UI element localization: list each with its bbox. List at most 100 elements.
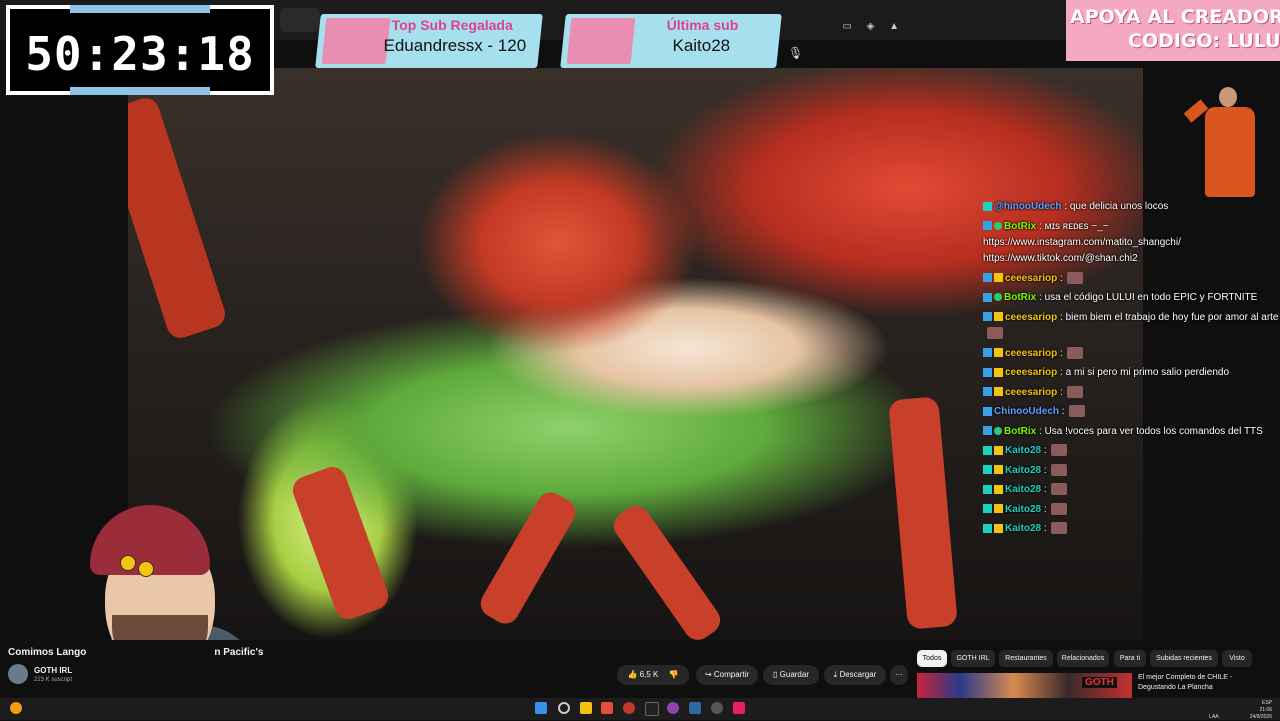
chat-text: : xyxy=(1060,347,1063,359)
chat-username[interactable]: ceeesariop xyxy=(1005,367,1057,378)
gold-badge-icon xyxy=(994,312,1003,322)
tv-badge-icon xyxy=(983,484,992,494)
chat-message: BotRix : usa el código LULUI en todo EPI… xyxy=(983,288,1280,308)
blue-badge-icon xyxy=(983,426,992,436)
player-shirt xyxy=(1205,107,1255,197)
blue-badge-icon xyxy=(983,273,992,283)
share-button[interactable]: ↪ Compartir xyxy=(696,665,758,685)
lobster-leg xyxy=(475,487,581,629)
chat-message: ceeesariop : xyxy=(983,269,1280,289)
chat-username[interactable]: ceeesariop xyxy=(1005,273,1057,284)
chat-text: : xyxy=(1060,272,1063,284)
thumbs-down-icon[interactable]: 👎 xyxy=(669,670,679,679)
chat-text: : biem biem el trabajo de hoy fue por am… xyxy=(1060,311,1279,323)
filter-chip[interactable]: Restaurantes xyxy=(999,650,1053,667)
lobster-leg xyxy=(289,463,392,623)
stream-timer: 50:23:18 xyxy=(6,5,274,95)
avatar-pin xyxy=(138,561,154,577)
chat-message: ceeesariop : xyxy=(983,344,1280,364)
chat-username[interactable]: Kaito28 xyxy=(1005,445,1041,456)
weather-icon[interactable] xyxy=(10,702,22,714)
chat-text: : usa el código LULUI en todo EPIC y FOR… xyxy=(1039,292,1258,303)
chat-message: ChinooUdech : xyxy=(983,402,1280,422)
last-sub-title: Última sub xyxy=(666,17,739,33)
tray-clock[interactable]: 21:06 24/8/2026 xyxy=(1250,707,1272,721)
chat-username[interactable]: Kaito28 xyxy=(1005,465,1041,476)
chat-username[interactable]: Kaito28 xyxy=(1005,484,1041,495)
blue-badge-icon xyxy=(983,312,992,322)
mic-icon[interactable]: 🎙 xyxy=(788,46,803,60)
gold-badge-icon xyxy=(994,465,1003,475)
top-sub-banner: Top Sub Regalada Eduandressx - 120 xyxy=(315,14,543,68)
like-dislike-pill[interactable]: 👍 6,5 K 👎 xyxy=(617,665,689,685)
gold-badge-icon xyxy=(994,273,1003,283)
filter-chip[interactable]: Todos xyxy=(917,650,947,667)
timer-bar-bottom xyxy=(70,87,210,95)
recommended-thumbnail[interactable]: GOTH xyxy=(917,673,1132,698)
emote-icon xyxy=(1068,405,1085,418)
chat-message: Kaito28 : xyxy=(983,480,1280,500)
thumbs-up-icon[interactable]: 👍 xyxy=(627,670,637,679)
chat-username[interactable]: Kaito28 xyxy=(1005,504,1041,515)
emote-icon xyxy=(1050,502,1067,515)
emote-icon xyxy=(1050,522,1067,535)
terminal-icon[interactable] xyxy=(645,702,659,716)
brave-browser-icon[interactable] xyxy=(601,702,613,714)
search-icon[interactable] xyxy=(558,702,570,714)
blue-badge-icon xyxy=(983,221,992,231)
avatar-pin xyxy=(120,555,136,571)
file-explorer-icon[interactable] xyxy=(580,702,592,714)
gold-badge-icon xyxy=(994,445,1003,455)
chat-username[interactable]: ceeesariop xyxy=(1005,348,1057,359)
steam-icon[interactable] xyxy=(689,702,701,714)
chat-message: Kaito28 : xyxy=(983,441,1280,461)
timer-value: 50:23:18 xyxy=(25,27,255,81)
emote-icon xyxy=(1050,444,1067,457)
download-button[interactable]: ⤓ Descargar xyxy=(824,665,886,685)
player-figure xyxy=(1183,85,1273,203)
chat-message: ceeesariop : xyxy=(983,383,1280,403)
obs-icon[interactable] xyxy=(711,702,723,714)
chat-username[interactable]: BotRix xyxy=(1004,292,1036,303)
chat-username[interactable]: ceeesariop xyxy=(1005,387,1057,398)
media-player-icon[interactable] xyxy=(623,702,635,714)
filter-chip[interactable]: Para ti xyxy=(1114,650,1146,667)
blue-badge-icon xyxy=(983,387,992,397)
last-sub-banner: Última sub Kaito28 xyxy=(560,14,782,68)
system-tray[interactable]: ESP LAA 21:06 24/8/2026 xyxy=(1209,700,1272,721)
chat-text: : que delicia unos locos xyxy=(1064,201,1169,212)
channel-name[interactable]: GOTH IRL xyxy=(34,666,72,675)
filter-chip[interactable]: Relacionados xyxy=(1057,650,1109,667)
save-button[interactable]: ▯ Guardar xyxy=(763,665,819,685)
gold-badge-icon xyxy=(994,367,1003,377)
filter-chip[interactable]: Subidas recientes xyxy=(1150,650,1218,667)
tv-badge-icon xyxy=(983,445,992,455)
chat-username[interactable]: ceeesariop xyxy=(1005,312,1057,323)
chat-username[interactable]: BotRix xyxy=(1004,221,1036,232)
more-actions-button[interactable]: ··· xyxy=(890,665,908,685)
lobster-antenna xyxy=(128,94,229,342)
chat-text: : xyxy=(1043,503,1047,515)
top-sub-value: Eduandressx - 120 xyxy=(383,36,527,55)
chat-username[interactable]: @hinooUdech xyxy=(994,201,1062,212)
recommended-title[interactable]: El mejor Completo de CHILE - Degustando … xyxy=(1138,673,1258,693)
channel-avatar[interactable] xyxy=(8,664,28,684)
app-icon[interactable] xyxy=(733,702,745,714)
chat-overlay: @hinooUdech : que delicia unos locos BotR… xyxy=(983,197,1280,539)
chat-message: BotRix : ᴍɪs ʀᴇᴅᴇs ~_~ https://www.insta… xyxy=(983,217,1280,269)
bookmark-icon: ▯ xyxy=(773,670,778,679)
windows-start-icon[interactable] xyxy=(535,702,547,714)
filter-chip[interactable]: Visto xyxy=(1222,650,1252,667)
chat-username[interactable]: Kaito28 xyxy=(1005,523,1041,534)
chat-username[interactable]: BotRix xyxy=(1004,426,1036,437)
top-sub-title: Top Sub Regalada xyxy=(391,17,513,33)
filter-chip[interactable]: GOTH IRL xyxy=(951,650,995,667)
tv-badge-icon xyxy=(983,465,992,475)
chat-username[interactable]: ChinooUdech xyxy=(994,406,1059,417)
browser-tab[interactable] xyxy=(280,8,320,32)
discord-icon[interactable] xyxy=(667,702,679,714)
windows-taskbar xyxy=(0,698,1280,720)
verified-badge-icon xyxy=(994,293,1002,302)
chat-message: Kaito28 : xyxy=(983,519,1280,539)
gold-badge-icon xyxy=(994,348,1003,358)
